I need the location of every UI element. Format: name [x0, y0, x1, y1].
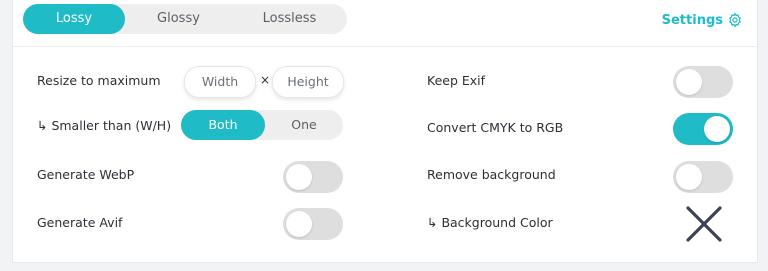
mode-glossy[interactable]: Glossy: [125, 4, 232, 34]
toggle-knob: [286, 164, 312, 190]
generate-avif-label: Generate Avif: [37, 215, 123, 230]
settings-button[interactable]: Settings: [662, 10, 743, 30]
choice-one[interactable]: One: [265, 110, 343, 140]
toggle-knob: [286, 211, 312, 237]
toggle-knob: [676, 164, 702, 190]
convert-cmyk-label: Convert CMYK to RGB: [427, 120, 564, 135]
background-color-label: ↳ Background Color: [427, 215, 553, 230]
generate-webp-label: Generate WebP: [37, 167, 135, 182]
keep-exif-toggle[interactable]: [673, 66, 733, 98]
resize-label: Resize to maximum: [37, 73, 161, 88]
mode-lossless[interactable]: Lossless: [232, 4, 347, 34]
toggle-knob: [676, 69, 702, 95]
choice-both[interactable]: Both: [181, 110, 265, 140]
smaller-than-selector: Both One: [181, 110, 343, 140]
generate-webp-toggle[interactable]: [283, 161, 343, 193]
settings-label: Settings: [661, 12, 723, 28]
gear-icon: [729, 12, 741, 28]
remove-background-toggle[interactable]: [673, 161, 733, 193]
smaller-than-label: ↳ Smaller than (W/H): [37, 118, 172, 133]
times-separator: ×: [260, 73, 271, 87]
keep-exif-label: Keep Exif: [427, 73, 486, 88]
width-input[interactable]: Width: [184, 66, 256, 98]
compression-toolbar: Lossy Glossy Lossless Settings: [13, 0, 757, 47]
convert-cmyk-toggle[interactable]: [673, 113, 733, 145]
options-panel: Lossy Glossy Lossless Settings Resize to…: [12, 0, 758, 263]
remove-background-label: Remove background: [427, 167, 556, 182]
compression-mode-selector: Lossy Glossy Lossless: [23, 4, 347, 34]
close-icon[interactable]: [685, 205, 723, 243]
generate-avif-toggle[interactable]: [283, 208, 343, 240]
mode-lossy[interactable]: Lossy: [23, 4, 125, 34]
toggle-knob: [704, 116, 730, 142]
height-input[interactable]: Height: [272, 66, 344, 98]
